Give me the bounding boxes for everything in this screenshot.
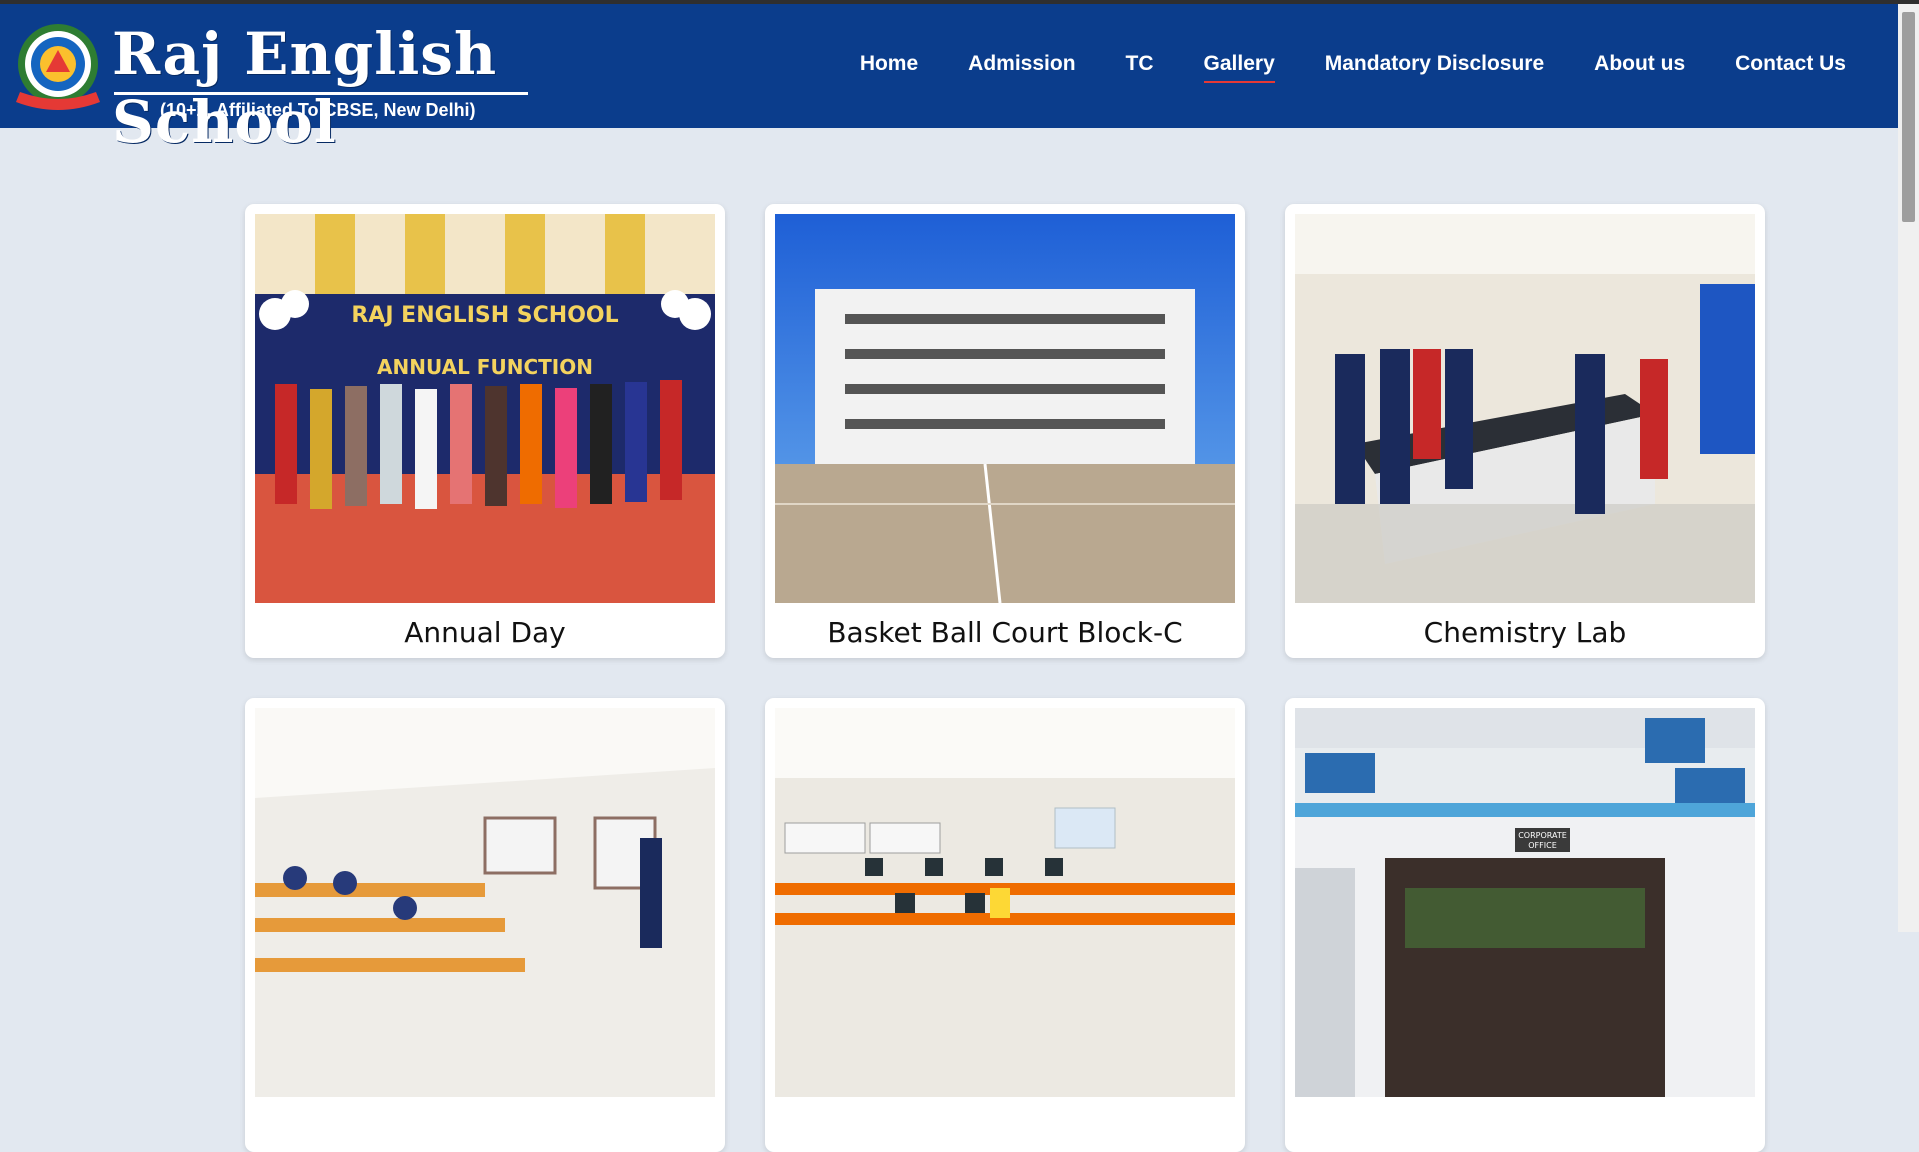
nav-tc[interactable]: TC [1126,52,1154,76]
annual-day-banner-line1: RAJ ENGLISH SCHOOL [351,303,618,328]
site-header: Raj English School (10+2, Affiliated To … [0,4,1898,156]
scrollbar-thumb[interactable] [1902,12,1915,222]
gallery-caption: Annual Day [404,616,566,649]
gallery-photo-chemistry-lab[interactable] [1295,214,1755,603]
nav-gallery[interactable]: Gallery [1203,52,1275,83]
gallery-card-computer-lab[interactable] [765,698,1245,1152]
gallery-caption: Basket Ball Court Block-C [827,616,1183,649]
page-scrollbar[interactable] [1898,4,1919,932]
gallery-caption: Chemistry Lab [1423,616,1627,649]
gallery-grid: RAJ ENGLISH SCHOOL ANNUAL FUNCTION Annua… [245,204,1765,1152]
main-nav: Home Admission TC Gallery Mandatory Disc… [860,52,1846,83]
gallery-card-corporate-office[interactable]: CORPORATE OFFICE [1285,698,1765,1152]
nav-admission[interactable]: Admission [968,52,1075,76]
school-crest-icon [16,24,100,110]
gallery-photo-corporate-office[interactable]: CORPORATE OFFICE [1295,708,1755,1097]
gallery-photo-classroom[interactable] [255,708,715,1097]
brand[interactable]: Raj English School (10+2, Affiliated To … [8,12,528,156]
nav-home[interactable]: Home [860,52,918,76]
gallery-card-basketball-court[interactable]: Basket Ball Court Block-C [765,204,1245,658]
gallery-card-annual-day[interactable]: RAJ ENGLISH SCHOOL ANNUAL FUNCTION Annua… [245,204,725,658]
school-name: Raj English School [112,20,498,156]
nav-contact-us[interactable]: Contact Us [1735,52,1846,76]
gallery-photo-basketball-court[interactable] [775,214,1235,603]
gallery-card-classroom[interactable] [245,698,725,1152]
gallery-photo-computer-lab[interactable] [775,708,1235,1097]
brand-underline [114,92,528,95]
annual-day-banner-line2: ANNUAL FUNCTION [377,355,593,379]
school-tagline: (10+2, Affiliated To CBSE, New Delhi) [160,100,476,120]
corporate-office-sign-line2: OFFICE [1528,841,1557,850]
gallery-card-chemistry-lab[interactable]: Chemistry Lab [1285,204,1765,658]
nav-mandatory-disclosure[interactable]: Mandatory Disclosure [1325,52,1544,76]
nav-about-us[interactable]: About us [1594,52,1685,76]
gallery-photo-annual-day[interactable]: RAJ ENGLISH SCHOOL ANNUAL FUNCTION [255,214,715,603]
corporate-office-sign-line1: CORPORATE [1518,831,1567,840]
